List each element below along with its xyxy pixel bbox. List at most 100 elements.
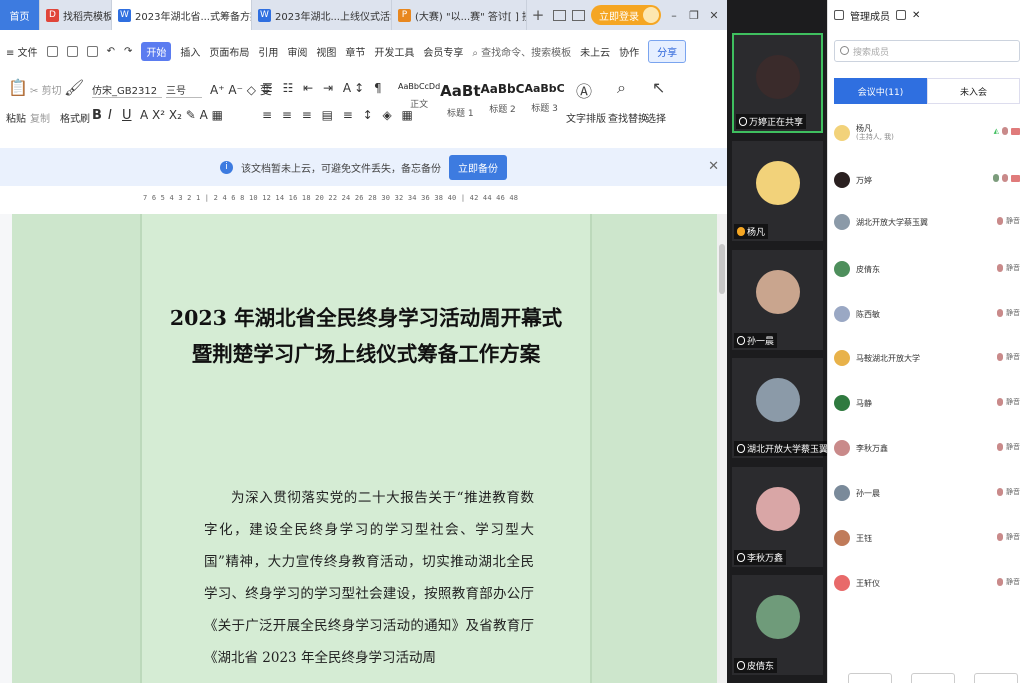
cut-button[interactable]: ✂ 剪切 [30, 82, 62, 97]
video-tile[interactable]: 万婷正在共享 [732, 33, 823, 133]
cloud-status[interactable]: 未上云 [580, 44, 610, 59]
mic-icon[interactable] [1002, 127, 1008, 135]
redo-icon[interactable]: ↷ [124, 46, 132, 57]
style-heading-3[interactable]: AaBbC 标题 3 [524, 76, 564, 126]
font-size-select[interactable]: 三号 [166, 82, 202, 98]
font-effects-icons[interactable]: A X² X₂ ✎ A ▦ [140, 108, 223, 122]
tab-in-meeting[interactable]: 会议中(11) [834, 78, 927, 104]
mic-icon[interactable] [997, 353, 1003, 361]
footer-button[interactable] [848, 673, 892, 683]
select-cursor-icon[interactable]: ↖ [652, 78, 665, 97]
close-window-icon[interactable]: ✕ [707, 9, 721, 22]
restore-icon[interactable]: ❐ [687, 9, 701, 22]
underline-icon[interactable]: U [122, 108, 132, 123]
mute-label[interactable]: 静音 [1006, 532, 1020, 542]
member-row[interactable]: 皮倩东 静音 [834, 254, 1020, 284]
screen-share-icon[interactable] [993, 174, 999, 182]
backup-now-button[interactable]: 立即备份 [449, 154, 507, 180]
menu-file[interactable]: ≡ 文件 [6, 44, 38, 59]
ruler[interactable]: 7 6 5 4 3 2 1 | 2 4 6 8 10 12 14 16 18 2… [0, 186, 727, 214]
list-icons[interactable]: ☰ ☷ ⇤ ⇥ A↕ ¶ [262, 81, 385, 95]
paste-icon[interactable]: 📋 [8, 78, 28, 97]
tab-home[interactable]: 首页 [0, 0, 40, 30]
text-layout-icon[interactable]: Ⓐ [576, 78, 592, 102]
find-replace-icon[interactable]: ⌕ [617, 78, 626, 98]
member-row[interactable]: 湖北开放大学蔡玉翼 静音 [834, 207, 1020, 237]
footer-button[interactable] [974, 673, 1018, 683]
font-name-select[interactable]: 仿宋_GB2312 [92, 82, 162, 98]
tab-document-active[interactable]: W 2023年湖北省...式筹备方案8.9 ✕ [112, 0, 252, 30]
member-row[interactable]: 李秋万鑫 静音 [834, 433, 1020, 463]
share-button[interactable]: 分享 [648, 39, 687, 63]
close-icon[interactable]: ✕ [912, 10, 920, 21]
mute-label[interactable]: 静音 [1006, 577, 1020, 587]
mic-icon[interactable] [997, 398, 1003, 406]
camera-icon[interactable] [1011, 127, 1020, 135]
mic-icon[interactable] [997, 264, 1003, 272]
grid-view-icon[interactable] [572, 9, 585, 21]
bold-icon[interactable]: B [92, 108, 102, 123]
menu-view[interactable]: 视图 [316, 44, 336, 59]
menu-developer[interactable]: 开发工具 [374, 44, 414, 59]
command-search[interactable]: ⌕ 查找命令、搜索模板 [472, 44, 571, 59]
menu-layout[interactable]: 页面布局 [209, 44, 249, 59]
mic-icon[interactable] [997, 578, 1003, 586]
align-icons[interactable]: ≡ ≡ ≡ ▤ ≡ ↕ ◈ ▦ [262, 108, 416, 122]
style-heading-1[interactable]: AaBt 标题 1 [440, 76, 480, 126]
italic-icon[interactable]: I [108, 108, 112, 123]
mute-label[interactable]: 静音 [1006, 216, 1020, 226]
scrollbar-thumb[interactable] [719, 244, 725, 294]
popout-icon[interactable] [896, 10, 906, 20]
menu-references[interactable]: 引用 [258, 44, 278, 59]
video-tile[interactable]: 杨凡 [732, 141, 823, 241]
video-tile[interactable]: 李秋万鑫 [732, 467, 823, 567]
new-tab-button[interactable]: + [527, 6, 549, 24]
mute-label[interactable]: 静音 [1006, 487, 1020, 497]
member-row[interactable]: 马静 静音 [834, 388, 1020, 418]
mic-icon[interactable] [997, 443, 1003, 451]
login-button[interactable]: 立即登录 [591, 5, 661, 25]
member-search-input[interactable]: 搜索成员 [834, 40, 1020, 62]
tab-presentation[interactable]: P (大赛) "以...赛" 答讨[ ] 接 ✕ [392, 0, 527, 30]
select-label[interactable]: 选择 [646, 110, 666, 125]
video-tile[interactable]: 湖北开放大学蔡玉翼 [732, 358, 832, 458]
minimize-icon[interactable]: – [667, 9, 681, 22]
member-row[interactable]: 陈西敏 静音 [834, 299, 1020, 329]
member-row[interactable]: 杨凡 (主持人, 我) ◭ [834, 118, 1020, 148]
mute-label[interactable]: 静音 [1006, 397, 1020, 407]
tab-template[interactable]: D 找稻壳模板 [40, 0, 112, 30]
close-icon[interactable]: ✕ [708, 159, 719, 174]
mute-label[interactable]: 静音 [1006, 263, 1020, 273]
member-row[interactable]: 孙一晨 静音 [834, 478, 1020, 508]
menu-section[interactable]: 章节 [345, 44, 365, 59]
copy-button[interactable]: 复制 [30, 110, 50, 125]
footer-button[interactable] [911, 673, 955, 683]
window-layout-icon[interactable] [553, 9, 566, 21]
member-row[interactable]: 万婷 [834, 165, 1020, 195]
mute-label[interactable]: 静音 [1006, 442, 1020, 452]
text-layout-label[interactable]: 文字排版 [566, 110, 606, 125]
member-row[interactable]: 马鞍湖北开放大学 静音 [834, 343, 1020, 373]
preview-icon[interactable] [86, 45, 98, 57]
mic-icon[interactable] [1002, 174, 1008, 182]
menu-member[interactable]: 会员专享 [423, 44, 463, 59]
format-painter-icon[interactable]: 🖌 [64, 78, 84, 97]
menu-review[interactable]: 审阅 [287, 44, 307, 59]
tab-not-joined[interactable]: 未入会 [927, 78, 1020, 104]
tab-document-2[interactable]: W 2023年湖北...上线仪式活动方案 ✕ [252, 0, 392, 30]
mic-icon[interactable] [997, 217, 1003, 225]
collab-button[interactable]: 协作 [619, 44, 639, 59]
menu-home[interactable]: 开始 [141, 41, 172, 61]
video-tile[interactable]: 皮倩东 [732, 575, 823, 675]
format-painter-label[interactable]: 格式刷 [60, 110, 90, 125]
video-tile[interactable]: 孙一晨 [732, 250, 823, 350]
undo-icon[interactable]: ↶ [107, 46, 115, 57]
vertical-scrollbar[interactable] [717, 214, 727, 683]
document-page[interactable]: 2023 年湖北省全民终身学习活动周开幕式 暨荆楚学习广场上线仪式筹备工作方案 … [140, 214, 592, 683]
save-icon[interactable] [46, 45, 58, 57]
find-replace-label[interactable]: 查找替换 [608, 110, 648, 125]
mute-label[interactable]: 静音 [1006, 308, 1020, 318]
menu-insert[interactable]: 插入 [180, 44, 200, 59]
camera-icon[interactable] [1011, 174, 1020, 182]
paste-label[interactable]: 粘贴 [6, 110, 26, 125]
